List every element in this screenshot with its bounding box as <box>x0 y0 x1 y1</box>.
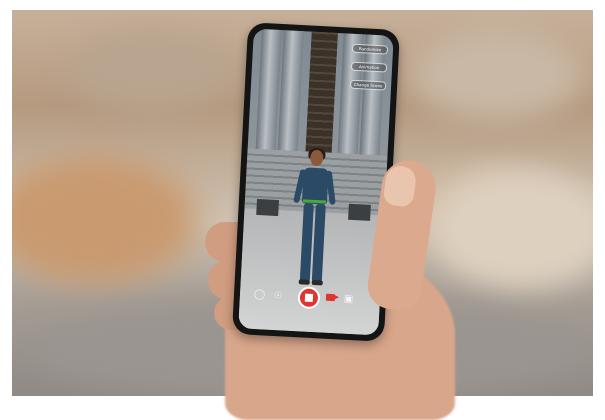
chat-bubble-icon[interactable]: ◯ <box>254 289 266 302</box>
camera-icon[interactable]: ▣ <box>344 294 354 306</box>
plinth <box>256 198 280 217</box>
avatar-head <box>309 149 324 167</box>
blur-blob <box>412 30 582 120</box>
randomize-button[interactable]: Randomize <box>351 43 389 55</box>
blur-blob <box>72 30 232 110</box>
change-scene-button[interactable]: Change Scene <box>349 79 387 91</box>
microphone-icon[interactable]: ☉ <box>274 290 283 302</box>
stop-square <box>304 293 314 302</box>
blur-blob <box>12 160 192 280</box>
plinth <box>348 203 371 221</box>
avatar-leg <box>311 204 326 283</box>
video-camera-icon[interactable] <box>325 293 336 302</box>
stop-record-icon[interactable] <box>297 286 321 310</box>
ornate-door <box>305 31 338 153</box>
3d-avatar-figure[interactable] <box>292 147 336 291</box>
building-column <box>277 30 304 161</box>
blur-blob <box>432 170 593 290</box>
animation-button[interactable]: Animation <box>350 61 388 73</box>
